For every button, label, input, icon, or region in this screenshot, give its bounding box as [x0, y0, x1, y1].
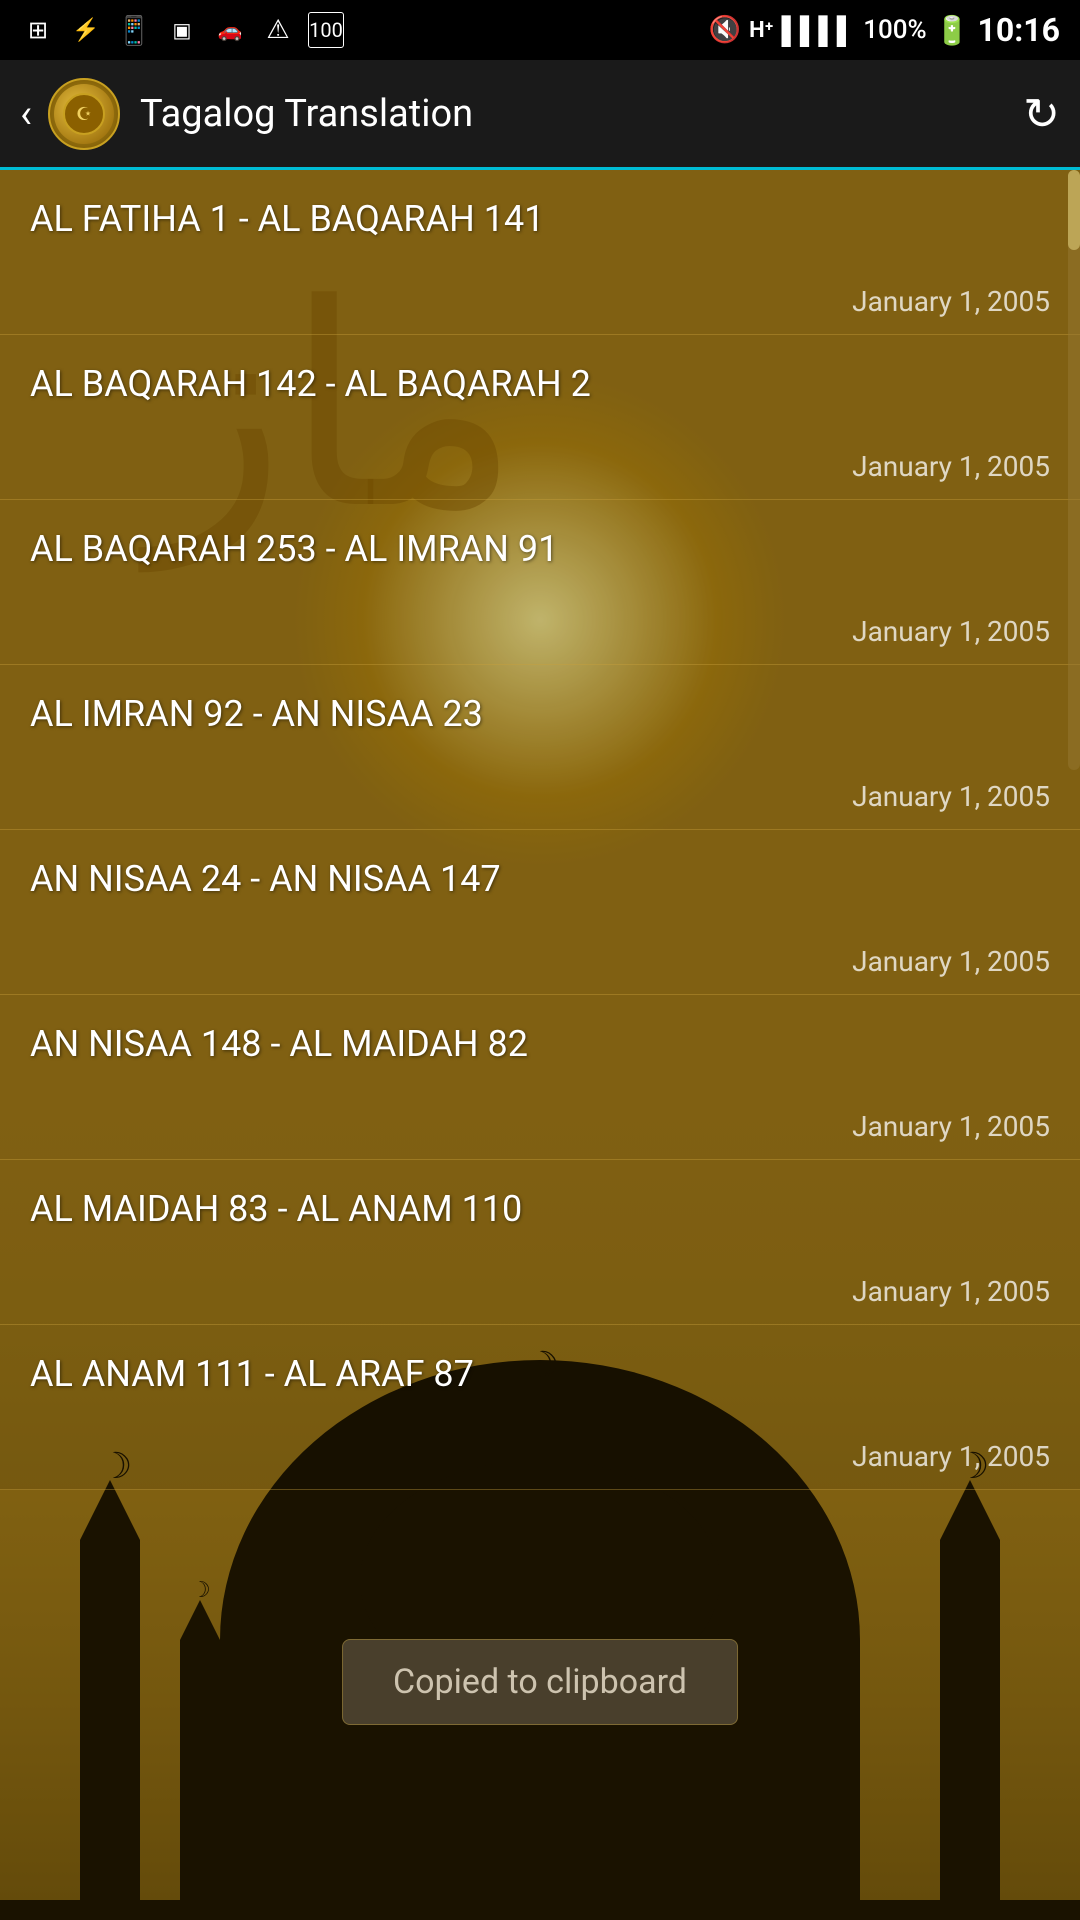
- samsung-icon: ▣: [164, 12, 200, 48]
- item-title-7: AL ANAM 111 - AL ARAF 87: [30, 1353, 1050, 1395]
- item-date-6: January 1, 2005: [30, 1275, 1050, 1308]
- toast-notification: Copied to clipboard: [342, 1639, 738, 1725]
- warning-icon: ⚠: [260, 12, 296, 48]
- status-bar: ⊞ ⚡ 📱 ▣ 🚗 ⚠ 100 🔇 H⁺ ▌▌▌▌ 100% 🔋 10:16: [0, 0, 1080, 60]
- item-date-2: January 1, 2005: [30, 615, 1050, 648]
- status-icons-left: ⊞ ⚡ 📱 ▣ 🚗 ⚠ 100: [20, 12, 344, 48]
- item-title-2: AL BAQARAH 253 - AL IMRAN 91: [30, 528, 1050, 570]
- signal-bars-icon: ▌▌▌▌: [782, 15, 856, 46]
- list-item[interactable]: AL MAIDAH 83 - AL ANAM 110 January 1, 20…: [0, 1160, 1080, 1325]
- scrollbar-thumb[interactable]: [1068, 170, 1080, 250]
- scrollbar[interactable]: [1068, 170, 1080, 770]
- item-title-6: AL MAIDAH 83 - AL ANAM 110: [30, 1188, 1050, 1230]
- whatsapp-icon: 📱: [116, 12, 152, 48]
- svg-text:☪: ☪: [76, 104, 92, 124]
- list-item[interactable]: AL IMRAN 92 - AN NISAA 23 January 1, 200…: [0, 665, 1080, 830]
- status-right: 🔇 H⁺ ▌▌▌▌ 100% 🔋 10:16: [709, 11, 1060, 49]
- back-button[interactable]: ‹: [20, 90, 32, 137]
- list-item[interactable]: AL FATIHA 1 - AL BAQARAH 141 January 1, …: [0, 170, 1080, 335]
- list-item[interactable]: AL BAQARAH 253 - AL IMRAN 91 January 1, …: [0, 500, 1080, 665]
- item-date-0: January 1, 2005: [30, 285, 1050, 318]
- usb-icon: ⚡: [68, 12, 104, 48]
- item-date-3: January 1, 2005: [30, 780, 1050, 813]
- list-item[interactable]: AL BAQARAH 142 - AL BAQARAH 2 January 1,…: [0, 335, 1080, 500]
- item-date-4: January 1, 2005: [30, 945, 1050, 978]
- battery-icon: 🔋: [935, 14, 970, 47]
- item-date-5: January 1, 2005: [30, 1110, 1050, 1143]
- silent-icon: 🔇: [709, 15, 741, 45]
- list-item[interactable]: AN NISAA 24 - AN NISAA 147 January 1, 20…: [0, 830, 1080, 995]
- app-bar: ‹ ☪ Tagalog Translation ↻: [0, 60, 1080, 170]
- add-icon: ⊞: [20, 12, 56, 48]
- item-title-1: AL BAQARAH 142 - AL BAQARAH 2: [30, 363, 1050, 405]
- app-title: Tagalog Translation: [140, 92, 1023, 136]
- item-title-3: AL IMRAN 92 - AN NISAA 23: [30, 693, 1050, 735]
- app-logo: ☪: [48, 78, 120, 150]
- clock: 10:16: [978, 11, 1060, 49]
- item-date-1: January 1, 2005: [30, 450, 1050, 483]
- list-item[interactable]: AL ANAM 111 - AL ARAF 87 January 1, 2005: [0, 1325, 1080, 1490]
- item-title-0: AL FATIHA 1 - AL BAQARAH 141: [30, 198, 1050, 240]
- battery-percent: 100%: [863, 15, 926, 45]
- item-date-7: January 1, 2005: [30, 1440, 1050, 1473]
- toast-message: Copied to clipboard: [393, 1662, 687, 1702]
- item-title-5: AN NISAA 148 - AL MAIDAH 82: [30, 1023, 1050, 1065]
- list-item[interactable]: AN NISAA 148 - AL MAIDAH 82 January 1, 2…: [0, 995, 1080, 1160]
- signal-hplus-icon: H⁺: [749, 18, 773, 43]
- car-icon: 🚗: [212, 12, 248, 48]
- number-badge-icon: 100: [308, 12, 344, 48]
- refresh-button[interactable]: ↻: [1023, 88, 1060, 140]
- item-title-4: AN NISAA 24 - AN NISAA 147: [30, 858, 1050, 900]
- surah-list: AL FATIHA 1 - AL BAQARAH 141 January 1, …: [0, 170, 1080, 1490]
- quran-logo-icon: ☪: [54, 84, 114, 144]
- svg-text:☽: ☽: [191, 1578, 211, 1603]
